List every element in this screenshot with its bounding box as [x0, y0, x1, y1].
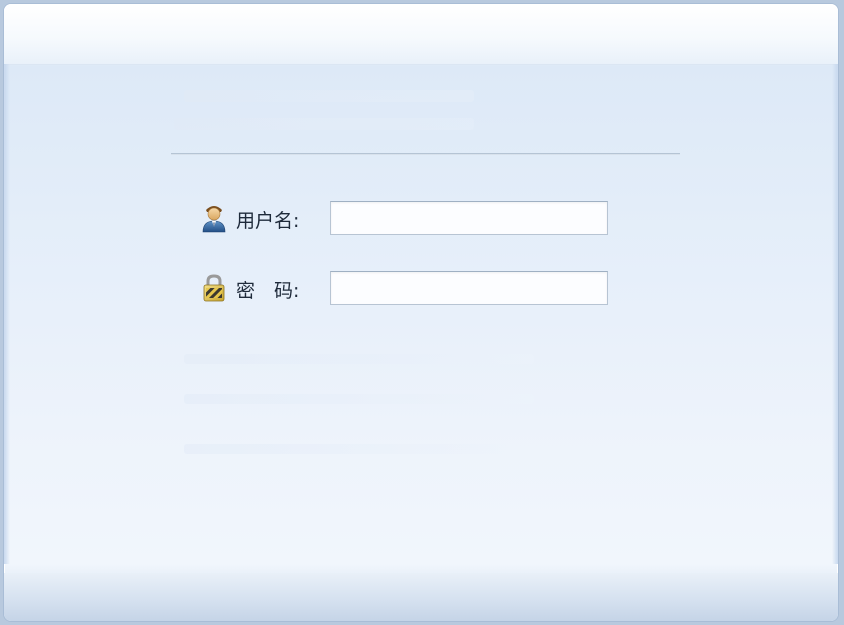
password-label: 密 码: [236, 280, 300, 302]
title-bar [4, 4, 838, 65]
login-window: 用户名: 密 码: [3, 3, 839, 622]
user-icon [200, 203, 228, 233]
username-label: 用户名: [236, 210, 300, 232]
bottom-bar [4, 573, 838, 621]
faded-footer-line [184, 394, 534, 404]
faded-header-line [184, 90, 474, 102]
faded-header-graphic [174, 82, 484, 142]
window-right-edge [832, 64, 838, 564]
password-input[interactable] [330, 271, 608, 305]
username-input[interactable] [330, 201, 608, 235]
faded-footer-line [184, 354, 534, 364]
header-divider [171, 153, 680, 155]
faded-header-line [174, 118, 474, 130]
faded-footer-graphic [184, 344, 534, 474]
window-left-edge [4, 64, 10, 564]
lock-icon [200, 273, 228, 303]
faded-footer-line [184, 444, 534, 454]
